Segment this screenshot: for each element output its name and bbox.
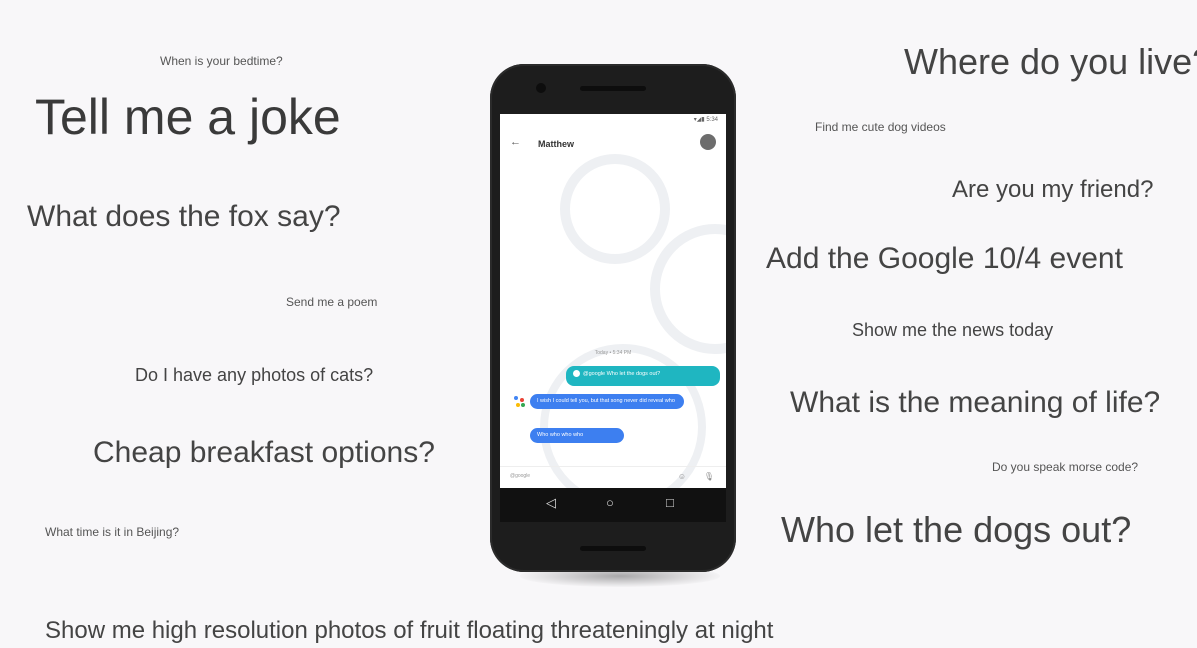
assistant-logo-icon <box>514 396 526 408</box>
assistant-chip-icon <box>573 370 580 377</box>
contact-name: Matthew <box>538 139 574 149</box>
phrase-event: Add the Google 10/4 event <box>766 242 1123 275</box>
top-speaker <box>580 86 646 91</box>
mic-icon[interactable]: 🎙 <box>704 472 714 481</box>
assistant-reply-bubble: I wish I could tell you, but that song n… <box>530 394 684 410</box>
phrase-meaning: What is the meaning of life? <box>790 386 1161 419</box>
emoji-icon[interactable]: ☺ <box>678 472 686 481</box>
avatar[interactable] <box>700 134 716 150</box>
decorative-circle <box>650 224 726 354</box>
phrase-news: Show me the news today <box>852 320 1054 340</box>
phrase-dogs: Who let the dogs out? <box>781 509 1132 550</box>
user-message-bubble: @google Who let the dogs out? <box>566 366 720 386</box>
message-timestamp: Today • 5:34 PM <box>594 350 632 356</box>
decorative-circle <box>560 154 670 264</box>
bottom-speaker <box>580 546 646 551</box>
navigation-bar: ◁ ○ □ <box>500 488 726 522</box>
phrase-beijing: What time is it in Beijing? <box>45 525 180 539</box>
status-bar: ▾◢▮ 5:34 <box>500 114 726 126</box>
nav-home-icon[interactable]: ○ <box>606 496 614 509</box>
app-bar: ← Matthew <box>500 128 726 160</box>
user-message-text: @google Who let the dogs out? <box>583 370 661 377</box>
phrase-fruit: Show me high resolution photos of fruit … <box>45 617 774 644</box>
phone-device: ▾◢▮ 5:34 ← Matthew Today • 5:34 PM @goog… <box>490 64 736 572</box>
phone-screen: ▾◢▮ 5:34 ← Matthew Today • 5:34 PM @goog… <box>500 114 726 522</box>
phrase-joke: Tell me a joke <box>35 89 341 145</box>
phrase-friend: Are you my friend? <box>952 176 1154 203</box>
nav-recents-icon[interactable]: □ <box>666 496 674 509</box>
phrase-morse: Do you speak morse code? <box>992 460 1139 474</box>
phrase-bedtime: When is your bedtime? <box>160 54 283 68</box>
phrase-poem: Send me a poem <box>286 295 378 309</box>
nav-back-icon[interactable]: ◁ <box>546 496 556 509</box>
assistant-reply-bubble: Who who who who <box>530 428 624 444</box>
phrase-breakfast: Cheap breakfast options? <box>93 436 435 469</box>
message-input[interactable]: @google <box>510 473 530 479</box>
phrase-dogvideos: Find me cute dog videos <box>815 120 946 134</box>
back-arrow-icon[interactable]: ← <box>510 136 521 148</box>
front-camera <box>536 83 546 93</box>
phrase-live: Where do you live? <box>904 41 1197 82</box>
compose-bar: @google ☺ 🎙 <box>500 466 726 489</box>
status-time: ▾◢▮ 5:34 <box>693 117 718 123</box>
phrase-fox: What does the fox say? <box>27 200 341 233</box>
phrase-cats: Do I have any photos of cats? <box>135 365 374 385</box>
